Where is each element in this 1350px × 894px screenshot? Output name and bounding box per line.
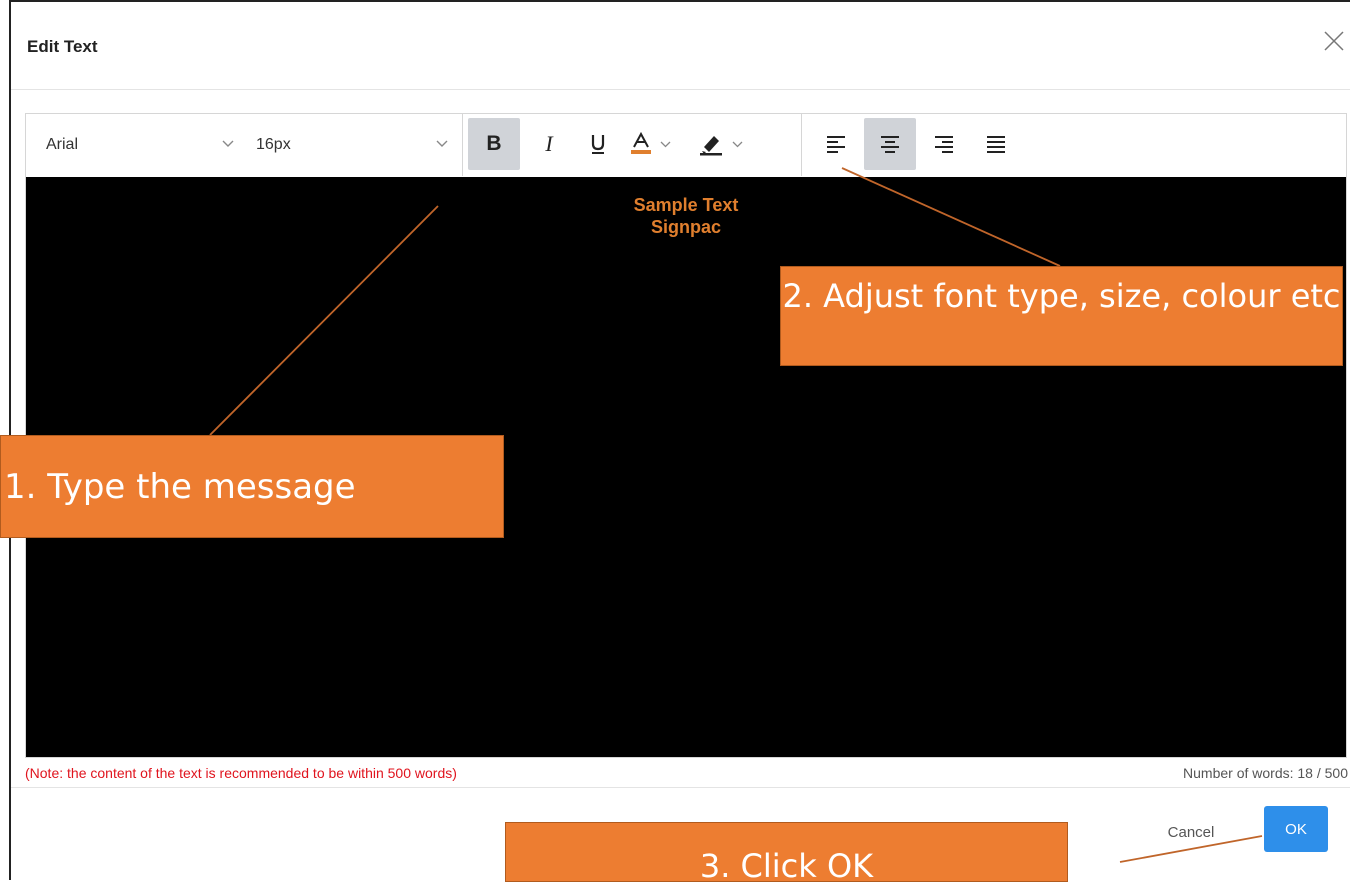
- align-justify-button[interactable]: [972, 118, 1020, 170]
- align-justify-icon: [987, 136, 1005, 153]
- toolbar-divider: [801, 114, 802, 176]
- close-button[interactable]: [1323, 30, 1349, 56]
- align-right-icon: [935, 136, 953, 153]
- font-size-select[interactable]: 16px: [246, 114, 460, 176]
- align-center-icon: [881, 136, 899, 153]
- font-family-select[interactable]: Arial: [26, 114, 246, 176]
- callout-step-2: 2. Adjust font type, size, colour etc: [780, 266, 1343, 366]
- align-right-button[interactable]: [920, 118, 968, 170]
- callout-step-3: 3. Click OK: [505, 822, 1068, 885]
- highlight-button[interactable]: [686, 118, 754, 170]
- font-family-value: Arial: [46, 136, 79, 153]
- underline-button[interactable]: [572, 118, 624, 170]
- bold-button[interactable]: B: [468, 118, 520, 170]
- chevron-down-icon: [732, 141, 742, 147]
- content-line: Signpac: [650, 217, 721, 237]
- align-left-icon: [827, 136, 845, 153]
- editor-toolbar: Arial 16px B I: [26, 114, 1346, 178]
- font-size-value: 16px: [256, 136, 291, 153]
- chevron-down-icon: [222, 140, 234, 147]
- font-color-icon: [630, 132, 651, 154]
- callout-step-3-text: 3. Click OK: [699, 847, 874, 885]
- content-line: Sample Text: [633, 195, 739, 215]
- bold-icon: B: [486, 132, 502, 155]
- italic-button[interactable]: I: [523, 118, 575, 170]
- chevron-down-icon: [660, 141, 670, 147]
- chevron-down-icon: [436, 140, 448, 147]
- underline-icon: [591, 135, 605, 154]
- editor-content: Sample Text Signpac: [26, 194, 1346, 238]
- highlighter-icon: [699, 136, 722, 156]
- close-icon: [1324, 31, 1344, 51]
- dialog-title: Edit Text: [27, 37, 98, 56]
- footer-divider: [11, 787, 1350, 788]
- dialog-header: Edit Text: [11, 2, 1350, 90]
- word-limit-note: (Note: the content of the text is recomm…: [25, 765, 457, 781]
- toolbar-divider: [462, 114, 463, 176]
- callout-step-2-text: 2. Adjust font type, size, colour etc: [782, 277, 1341, 315]
- ok-button[interactable]: OK: [1264, 806, 1328, 852]
- align-center-button[interactable]: [864, 118, 916, 170]
- word-count: Number of words: 18 / 500: [1183, 765, 1348, 781]
- italic-icon: I: [545, 131, 553, 156]
- callout-step-1-text: 1. Type the message: [4, 466, 356, 507]
- cancel-button[interactable]: Cancel: [1150, 815, 1232, 849]
- callout-step-1: 1. Type the message: [0, 435, 504, 538]
- font-color-button[interactable]: [618, 118, 682, 170]
- align-left-button[interactable]: [812, 118, 860, 170]
